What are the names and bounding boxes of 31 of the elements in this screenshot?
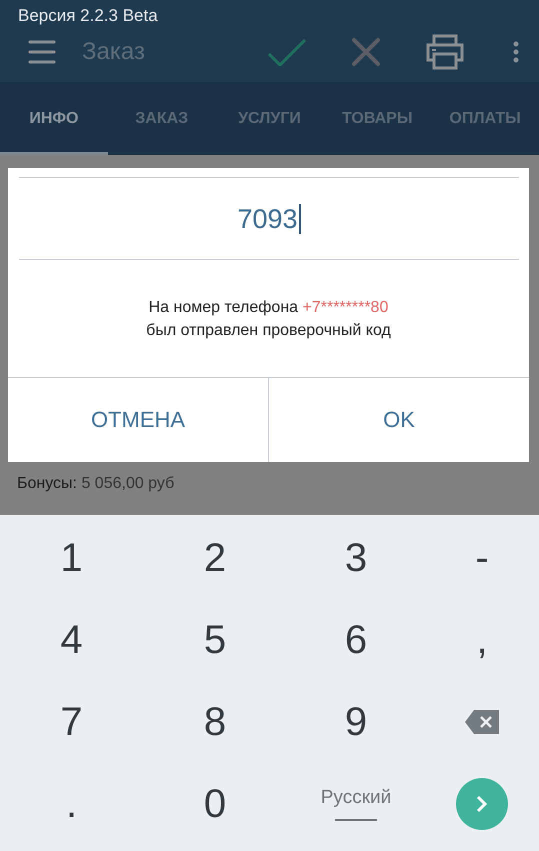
keyboard-key[interactable]: 1 <box>0 517 143 599</box>
keyboard-key[interactable]: 9 <box>287 681 425 763</box>
dialog-button[interactable]: ОТМЕНА <box>8 378 269 462</box>
keyboard-key[interactable]: 8 <box>143 681 287 763</box>
go-button[interactable] <box>456 778 508 830</box>
backspace-icon[interactable] <box>465 710 499 734</box>
keyboard-key[interactable]: 4 <box>0 599 143 681</box>
printer-icon[interactable] <box>425 34 465 70</box>
keyboard-key[interactable]: . <box>0 763 143 845</box>
code-field[interactable]: 7093 <box>19 177 519 260</box>
version-text: Версия 2.2.3 Beta <box>17 5 159 27</box>
keyboard-key[interactable]: 2 <box>143 517 287 599</box>
bonus-text: Бонусы: 5 056,00 руб <box>17 475 176 493</box>
screen-title: Заказ <box>82 38 146 66</box>
language-key[interactable]: Русский <box>287 763 425 845</box>
keyboard-key[interactable]: - <box>425 517 539 599</box>
keyboard-key[interactable]: 6 <box>287 599 425 681</box>
message-text: был отправлен проверочный код <box>146 320 391 340</box>
keyboard-key[interactable]: 7 <box>0 681 143 763</box>
menu-icon[interactable] <box>28 39 56 65</box>
more-icon[interactable] <box>513 41 519 63</box>
keyboard-key[interactable]: 0 <box>143 763 287 845</box>
chevron-icon <box>475 794 489 814</box>
keyboard-key[interactable]: , <box>425 599 539 681</box>
keyboard-key[interactable]: 5 <box>143 599 287 681</box>
dialog-button[interactable]: OK <box>269 378 529 462</box>
close-icon[interactable] <box>351 37 381 67</box>
tab[interactable]: ИНФО <box>0 82 108 155</box>
check-icon[interactable] <box>267 38 307 66</box>
keyboard-key[interactable]: 3 <box>287 517 425 599</box>
message-text: На номер телефона +7********80 <box>148 298 388 318</box>
